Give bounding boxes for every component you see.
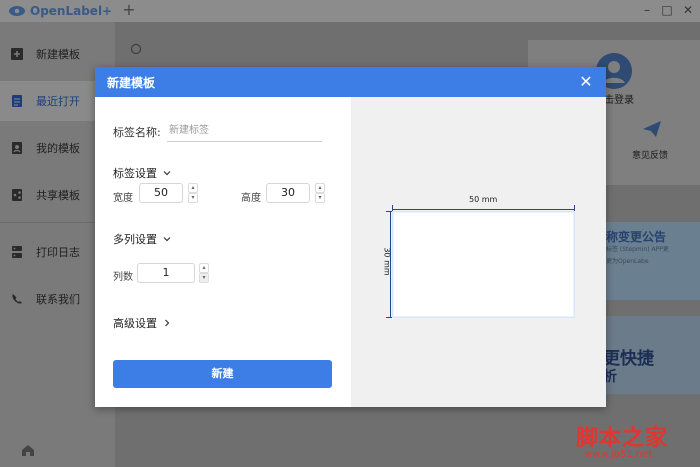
home-icon[interactable]: [20, 442, 36, 458]
dialog-header: 新建模板 ✕: [95, 67, 606, 97]
sidebar-item-label: 我的模板: [36, 142, 80, 155]
increment-button[interactable]: ▴: [315, 183, 325, 193]
login-link[interactable]: 击登录: [604, 91, 634, 106]
height-label: 高度: [241, 193, 261, 204]
sidebar-item-label: 新建模板: [36, 48, 80, 61]
app-brand: OpenLabel+: [8, 2, 112, 20]
chevron-down-icon: [163, 237, 171, 242]
advanced-settings-toggle[interactable]: 高级设置: [113, 315, 171, 331]
window-close-button[interactable]: ✕: [678, 0, 698, 22]
print-log-icon: [12, 246, 22, 258]
new-template-dialog: 新建模板 ✕ 标签名称: 标签设置 宽度 50 ▴ ▾ 高度 30 ▴ ▾ 多列…: [95, 67, 606, 407]
columns-stepper[interactable]: ▴ ▾: [199, 263, 209, 283]
dialog-close-button[interactable]: ✕: [576, 71, 596, 93]
recent-icon: [12, 95, 22, 107]
height-dimension-line: [390, 211, 391, 318]
banner-title: 称变更公告: [606, 230, 667, 244]
clock-icon: [131, 44, 141, 54]
openlabel-logo-icon: [9, 6, 25, 16]
decrement-button[interactable]: ▾: [199, 273, 209, 283]
my-templates-icon: [12, 142, 22, 154]
multi-column-toggle[interactable]: 多列设置: [113, 231, 171, 247]
contact-icon: [12, 294, 22, 304]
dialog-title: 新建模板: [107, 76, 156, 90]
minimize-button[interactable]: –: [637, 0, 657, 22]
width-label: 宽度: [113, 193, 133, 204]
banner-line: 标签 (Stepmin) APP更: [606, 246, 669, 253]
decrement-button[interactable]: ▾: [188, 193, 198, 203]
new-tab-button[interactable]: +: [121, 0, 137, 22]
new-template-icon: [11, 48, 23, 60]
app-name: OpenLabel+: [30, 4, 113, 18]
columns-input[interactable]: 1: [137, 263, 195, 283]
chevron-down-icon: [163, 171, 171, 176]
watermark-url: www.jb51.net: [584, 449, 653, 460]
height-input[interactable]: 30: [266, 183, 310, 203]
width-dimension-text: 50 mm: [469, 195, 498, 204]
chevron-right-icon: [165, 319, 170, 327]
width-input[interactable]: 50: [139, 183, 183, 203]
sidebar-item-label: 打印日志: [36, 246, 80, 259]
sidebar-item-label: 共享模板: [36, 189, 80, 202]
feedback-link[interactable]: 意见反馈: [632, 148, 668, 161]
label-name-label: 标签名称:: [113, 126, 161, 139]
label-settings-toggle[interactable]: 标签设置: [113, 165, 171, 181]
section-title: 高级设置: [113, 317, 157, 330]
label-preview: 50 mm 30 mm: [351, 97, 606, 407]
sidebar-item-label: 最近打开: [36, 95, 80, 108]
maximize-button[interactable]: □: [657, 0, 677, 22]
height-stepper[interactable]: ▴ ▾: [315, 183, 325, 203]
width-dimension-line: [392, 209, 575, 210]
template-form: 标签名称: 标签设置 宽度 50 ▴ ▾ 高度 30 ▴ ▾ 多列设置 列数 1…: [95, 97, 351, 407]
feedback-icon[interactable]: [642, 120, 662, 138]
increment-button[interactable]: ▴: [199, 263, 209, 273]
section-title: 多列设置: [113, 233, 157, 246]
sidebar-item-label: 联系我们: [36, 293, 80, 306]
title-bar: OpenLabel+ + – □ ✕: [0, 0, 700, 22]
label-canvas: [392, 211, 575, 318]
increment-button[interactable]: ▴: [188, 183, 198, 193]
watermark-title: 脚本之家: [576, 425, 669, 451]
shared-templates-icon: [12, 189, 22, 201]
decrement-button[interactable]: ▾: [315, 193, 325, 203]
label-name-input[interactable]: [167, 120, 322, 142]
columns-label: 列数: [113, 272, 133, 283]
banner-line: 更为OpenLabe: [606, 258, 649, 265]
create-button[interactable]: 新建: [113, 360, 332, 388]
width-stepper[interactable]: ▴ ▾: [188, 183, 198, 203]
section-title: 标签设置: [113, 167, 157, 180]
